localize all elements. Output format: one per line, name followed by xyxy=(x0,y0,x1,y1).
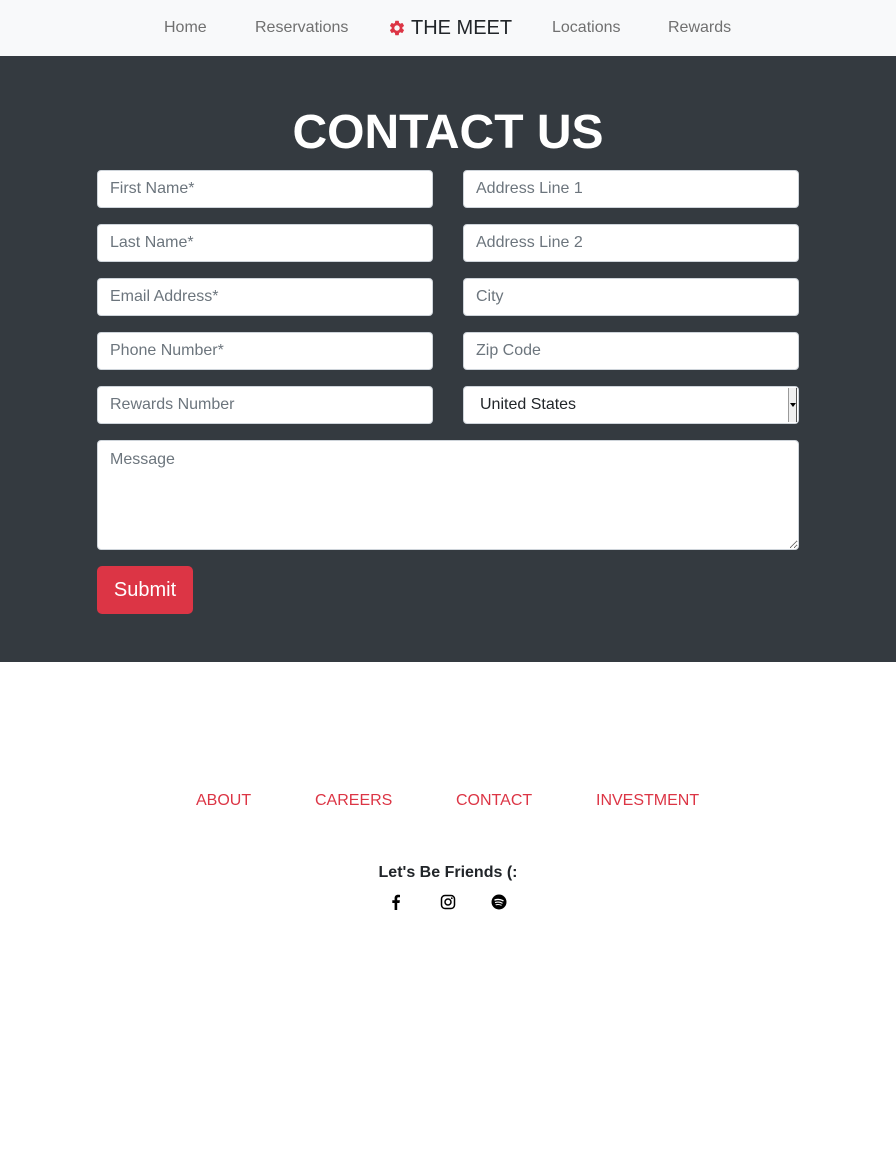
facebook-icon[interactable] xyxy=(387,893,405,911)
footer-link-about[interactable]: ABOUT xyxy=(196,790,251,812)
select-arrow-icon[interactable] xyxy=(788,388,797,422)
gear-icon xyxy=(388,19,406,37)
instagram-icon[interactable] xyxy=(439,893,457,911)
rewards-number-field[interactable] xyxy=(97,386,433,424)
contact-section: CONTACT US United States Submit xyxy=(0,56,896,662)
first-name-field[interactable] xyxy=(97,170,433,208)
city-field[interactable] xyxy=(463,278,799,316)
brand-logo[interactable]: THE MEET xyxy=(388,0,512,56)
friends-heading: Let's Be Friends (: xyxy=(378,864,518,881)
country-select-value: United States xyxy=(480,396,577,413)
phone-field[interactable] xyxy=(97,332,433,370)
top-navbar: Home Reservations THE MEET Locations Rew… xyxy=(0,0,896,56)
footer-link-investment[interactable]: INVESTMENT xyxy=(596,790,699,812)
page-title: CONTACT US xyxy=(292,106,604,159)
email-field[interactable] xyxy=(97,278,433,316)
country-select[interactable]: United States xyxy=(463,386,799,424)
submit-button[interactable]: Submit xyxy=(97,566,193,614)
zip-code-field[interactable] xyxy=(463,332,799,370)
nav-link-reservations[interactable]: Reservations xyxy=(255,0,348,56)
nav-link-rewards[interactable]: Rewards xyxy=(668,0,731,56)
address-line-2-field[interactable] xyxy=(463,224,799,262)
brand-name: THE MEET xyxy=(411,16,513,39)
nav-link-locations[interactable]: Locations xyxy=(552,0,621,56)
last-name-field[interactable] xyxy=(97,224,433,262)
nav-link-home[interactable]: Home xyxy=(164,0,207,56)
address-line-1-field[interactable] xyxy=(463,170,799,208)
message-field[interactable] xyxy=(97,440,799,550)
footer-link-contact[interactable]: CONTACT xyxy=(456,790,532,812)
footer-link-careers[interactable]: CAREERS xyxy=(315,790,392,812)
spotify-icon[interactable] xyxy=(490,893,508,911)
